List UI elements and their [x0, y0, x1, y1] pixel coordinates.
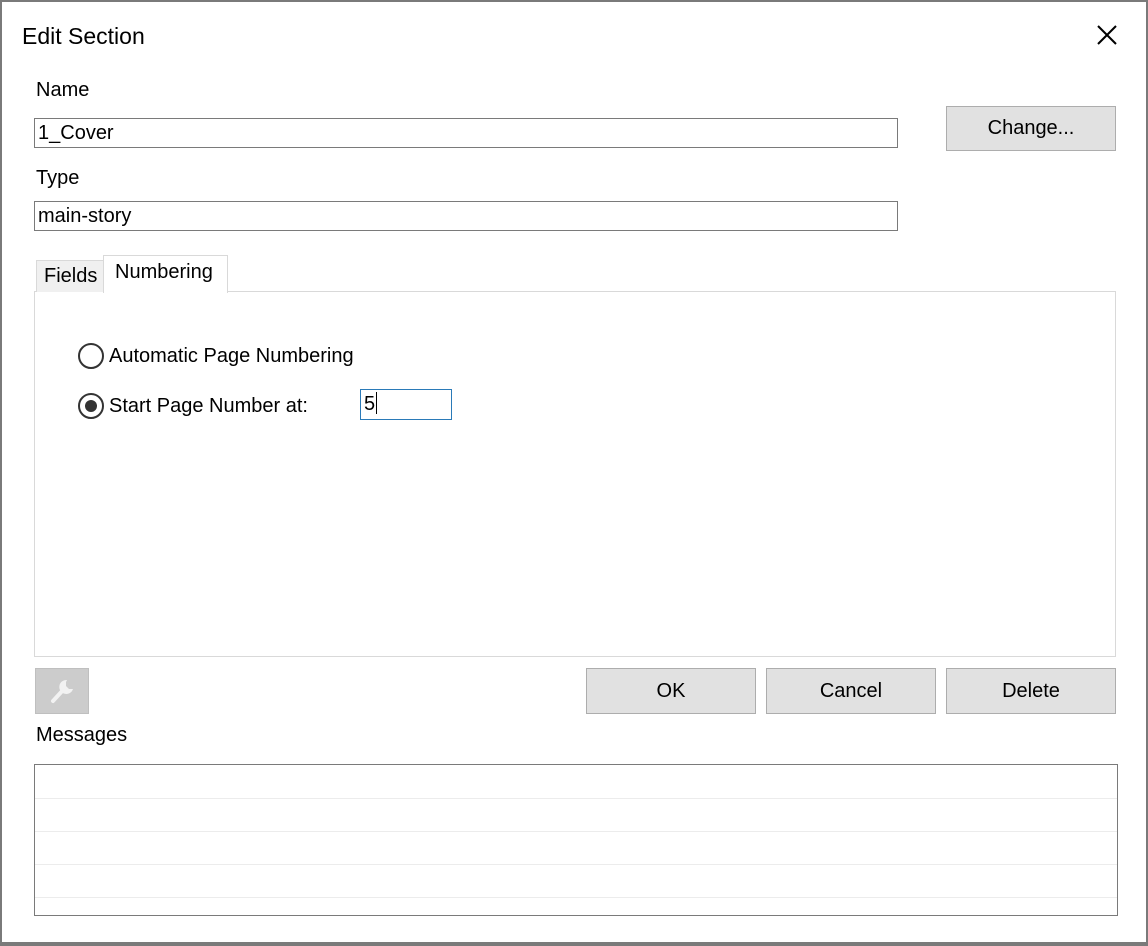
- cancel-button[interactable]: Cancel: [766, 668, 936, 714]
- messages-list[interactable]: [34, 764, 1118, 916]
- close-button[interactable]: [1092, 20, 1122, 50]
- dialog-title: Edit Section: [22, 23, 145, 49]
- close-icon: [1097, 25, 1117, 45]
- type-label: Type: [36, 167, 80, 189]
- tab-fields[interactable]: Fields: [36, 260, 104, 292]
- name-field[interactable]: 1_Cover: [34, 118, 898, 148]
- start-page-number-value: 5: [364, 393, 376, 415]
- start-page-number-radio[interactable]: [78, 393, 104, 419]
- radio-selected-dot: [85, 400, 97, 412]
- change-button[interactable]: Change...: [946, 106, 1116, 151]
- messages-label: Messages: [36, 724, 128, 746]
- start-page-number-label[interactable]: Start Page Number at:: [109, 394, 308, 418]
- edit-section-dialog: Edit Section Name 1_Cover Change... Type…: [0, 0, 1148, 946]
- ok-button[interactable]: OK: [586, 668, 756, 714]
- tab-numbering[interactable]: Numbering: [103, 255, 228, 293]
- automatic-numbering-label[interactable]: Automatic Page Numbering: [109, 344, 354, 368]
- automatic-numbering-radio[interactable]: [78, 343, 104, 369]
- message-row-divider: [35, 864, 1117, 865]
- delete-button[interactable]: Delete: [946, 668, 1116, 714]
- message-row-divider: [35, 798, 1117, 799]
- name-label: Name: [36, 79, 90, 101]
- type-field[interactable]: main-story: [34, 201, 898, 231]
- text-caret: [376, 392, 378, 414]
- wrench-icon: [51, 679, 73, 703]
- message-row-divider: [35, 897, 1117, 898]
- tool-button[interactable]: [35, 668, 89, 714]
- message-row-divider: [35, 831, 1117, 832]
- start-page-number-input[interactable]: 5: [360, 389, 452, 420]
